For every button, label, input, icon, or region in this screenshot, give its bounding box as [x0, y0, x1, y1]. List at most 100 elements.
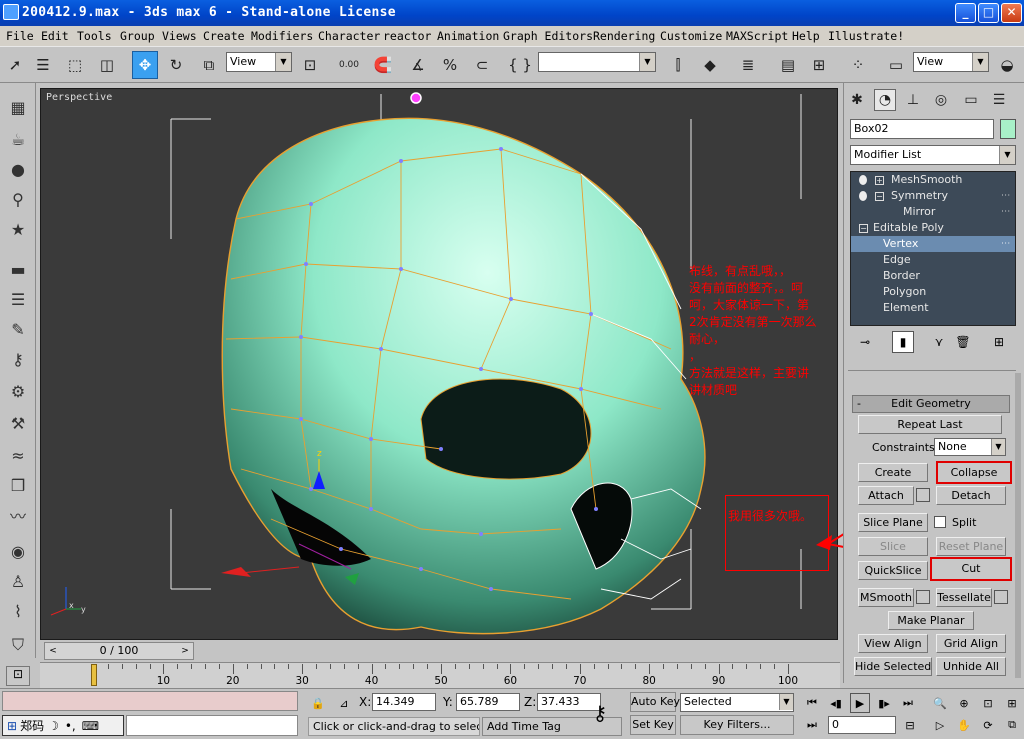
time-slider-thumb[interactable]: < 0 / 100 >: [44, 642, 194, 660]
tessellate-button[interactable]: Tessellate: [936, 588, 992, 607]
collapse-icon[interactable]: −: [875, 192, 884, 201]
percent-snap-icon[interactable]: %: [437, 51, 463, 79]
material-editor-icon[interactable]: ⁘: [845, 51, 871, 79]
zoom-extents-all-icon[interactable]: ⊞: [1002, 693, 1022, 713]
curve-editor-icon[interactable]: ▤: [775, 51, 801, 79]
display-tab-icon[interactable]: ▭: [960, 89, 982, 111]
tessellate-settings-icon[interactable]: [994, 590, 1008, 604]
prev-frame-icon[interactable]: <: [47, 643, 59, 659]
lightbulb-icon[interactable]: [859, 191, 867, 201]
maxscript-listener-field[interactable]: [2, 691, 298, 711]
slice-plane-button[interactable]: Slice Plane: [858, 513, 928, 532]
wind-icon[interactable]: ≈: [6, 443, 30, 467]
absolute-mode-icon[interactable]: ⊿: [334, 693, 354, 713]
cloth-icon[interactable]: ✎: [6, 317, 30, 341]
menu-tools[interactable]: Tools: [77, 29, 112, 43]
object-color-swatch[interactable]: [1000, 119, 1016, 139]
schematic-view-icon[interactable]: ⊞: [806, 51, 832, 79]
zoom-extents-icon[interactable]: ⊡: [978, 693, 998, 713]
spinner-snap-toggle-icon[interactable]: ⊂: [469, 51, 495, 79]
remove-modifier-icon[interactable]: 🗑: [952, 331, 974, 353]
hide-selected-button[interactable]: Hide Selected: [854, 657, 932, 676]
keyboard-icon[interactable]: ⌨: [82, 719, 99, 733]
pin-stack-icon[interactable]: ⊸: [854, 331, 876, 353]
auto-key-button[interactable]: Auto Key: [630, 692, 680, 712]
maximize-button[interactable]: □: [978, 3, 999, 23]
reset-plane-button[interactable]: Reset Plane: [936, 537, 1006, 556]
menu-create[interactable]: Create: [203, 29, 245, 43]
field-of-view-icon[interactable]: ▷: [930, 715, 950, 735]
configure-modifier-sets-icon[interactable]: ⊞: [988, 331, 1010, 353]
magnet-icon[interactable]: ⚷: [6, 347, 30, 371]
light-source-icon[interactable]: [410, 92, 422, 104]
view-align-button[interactable]: View Align: [858, 634, 928, 653]
y-coordinate-field[interactable]: 65.789: [456, 693, 520, 711]
viewport-label[interactable]: Perspective: [46, 92, 112, 103]
stack-item-polygon[interactable]: Polygon: [851, 284, 1015, 300]
perspective-viewport[interactable]: Perspective z x y 布线，有点乱哦，， 没有前面的整齐，。呵 呵…: [40, 88, 838, 640]
track-bar[interactable]: 0102030405060708090100: [40, 662, 840, 688]
stack-item-editable-poly[interactable]: − Editable Poly: [851, 220, 1015, 236]
cube-icon[interactable]: ❒: [6, 473, 30, 497]
cylinder-icon[interactable]: ☰: [6, 287, 30, 311]
reference-coordinate-dropdown[interactable]: View ▼: [226, 52, 292, 72]
menu-rendering[interactable]: Rendering: [593, 29, 655, 43]
stack-item-element[interactable]: Element: [851, 300, 1015, 316]
select-by-name-icon[interactable]: ☰: [30, 51, 56, 79]
next-frame-icon[interactable]: >: [179, 643, 191, 659]
skull-mesh[interactable]: [221, 117, 706, 635]
rectangular-selection-icon[interactable]: ⬚: [62, 51, 88, 79]
lock-selection-icon[interactable]: 🔒: [308, 693, 328, 713]
attach-settings-icon[interactable]: [916, 488, 930, 502]
snaps-toggle-icon[interactable]: 🧲: [370, 51, 396, 79]
make-planar-button[interactable]: Make Planar: [888, 611, 974, 630]
mirror-icon[interactable]: ⫿: [665, 51, 691, 79]
wave-icon[interactable]: 〰: [6, 503, 30, 527]
command-panel-scrollbar[interactable]: [1015, 373, 1021, 678]
mini-curve-editor-icon[interactable]: ⊡: [6, 666, 30, 686]
pivot-center-icon[interactable]: ⊡: [297, 51, 323, 79]
grid-align-button[interactable]: Grid Align: [936, 634, 1006, 653]
window-crossing-icon[interactable]: ◫: [94, 51, 120, 79]
menu-customize[interactable]: Customize: [660, 29, 722, 43]
fluid-icon[interactable]: ⛉: [6, 633, 30, 657]
time-configuration-icon[interactable]: ⊟: [900, 715, 920, 735]
menu-character[interactable]: Character: [318, 29, 380, 43]
set-key-button[interactable]: Set Key: [630, 715, 676, 735]
moon-icon[interactable]: ☽: [48, 719, 59, 733]
next-frame-icon[interactable]: ▮▸: [874, 693, 894, 713]
menu-maxscript[interactable]: MAXScript: [726, 29, 788, 43]
menu-modifiers[interactable]: Modifiers: [251, 29, 313, 43]
menu-illustrate[interactable]: Illustrate!: [828, 29, 904, 43]
utilities-tab-icon[interactable]: ☰: [988, 89, 1010, 111]
show-end-result-icon[interactable]: ▮: [892, 331, 914, 353]
object-name-field[interactable]: Box02: [850, 119, 994, 139]
motion-tab-icon[interactable]: ◎: [930, 89, 952, 111]
hierarchy-tab-icon[interactable]: ⊥: [902, 89, 924, 111]
stack-item-mirror[interactable]: Mirror · · ·: [851, 204, 1015, 220]
punctuation-icon[interactable]: •,: [65, 719, 76, 733]
rope-icon[interactable]: ⚒: [6, 411, 30, 435]
current-frame-marker[interactable]: [91, 664, 97, 686]
play-icon[interactable]: ▶: [850, 693, 870, 713]
select-and-scale-icon[interactable]: ⧉: [196, 51, 222, 79]
current-frame-field[interactable]: 0: [828, 716, 896, 734]
angle-snap-icon[interactable]: ∡: [405, 51, 431, 79]
menu-edit[interactable]: Edit: [41, 29, 69, 43]
menu-animation[interactable]: Animation: [437, 29, 499, 43]
biped-icon[interactable]: ♙: [6, 569, 30, 593]
render-scene-icon[interactable]: ▭: [883, 51, 909, 79]
stack-item-symmetry[interactable]: − Symmetry · · ·: [851, 188, 1015, 204]
menu-reactor[interactable]: reactor: [383, 29, 431, 43]
render-view-dropdown[interactable]: View ▼: [913, 52, 989, 72]
maximize-viewport-icon[interactable]: ⧉: [1002, 715, 1022, 735]
select-and-move-icon[interactable]: ✥: [132, 51, 158, 79]
cut-button[interactable]: Cut: [930, 557, 1012, 581]
constraints-dropdown[interactable]: None ▼: [934, 438, 1006, 456]
named-selection-icon[interactable]: { }: [507, 51, 533, 79]
zoom-icon[interactable]: 🔍: [930, 693, 950, 713]
modify-tab-icon[interactable]: ◔: [874, 89, 896, 111]
menu-help[interactable]: Help: [792, 29, 820, 43]
maxscript-output-field[interactable]: [126, 715, 298, 736]
key-icon[interactable]: ⚷: [590, 701, 610, 725]
